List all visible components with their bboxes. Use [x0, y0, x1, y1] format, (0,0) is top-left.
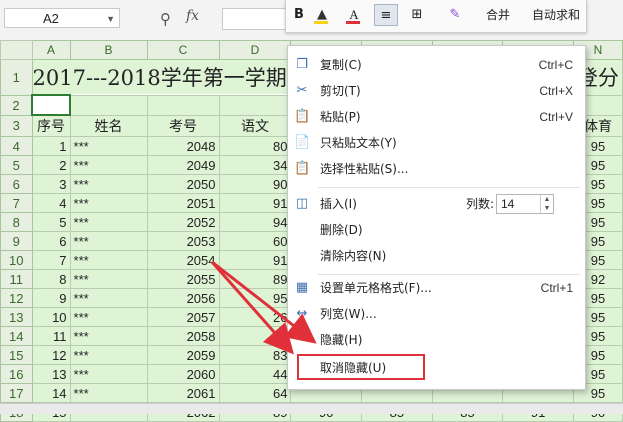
arrow-to-hide — [211, 260, 317, 344]
horizontal-scrollbar[interactable] — [0, 403, 623, 414]
annotation-arrows — [210, 260, 317, 355]
arrow-to-unhide — [210, 261, 294, 355]
